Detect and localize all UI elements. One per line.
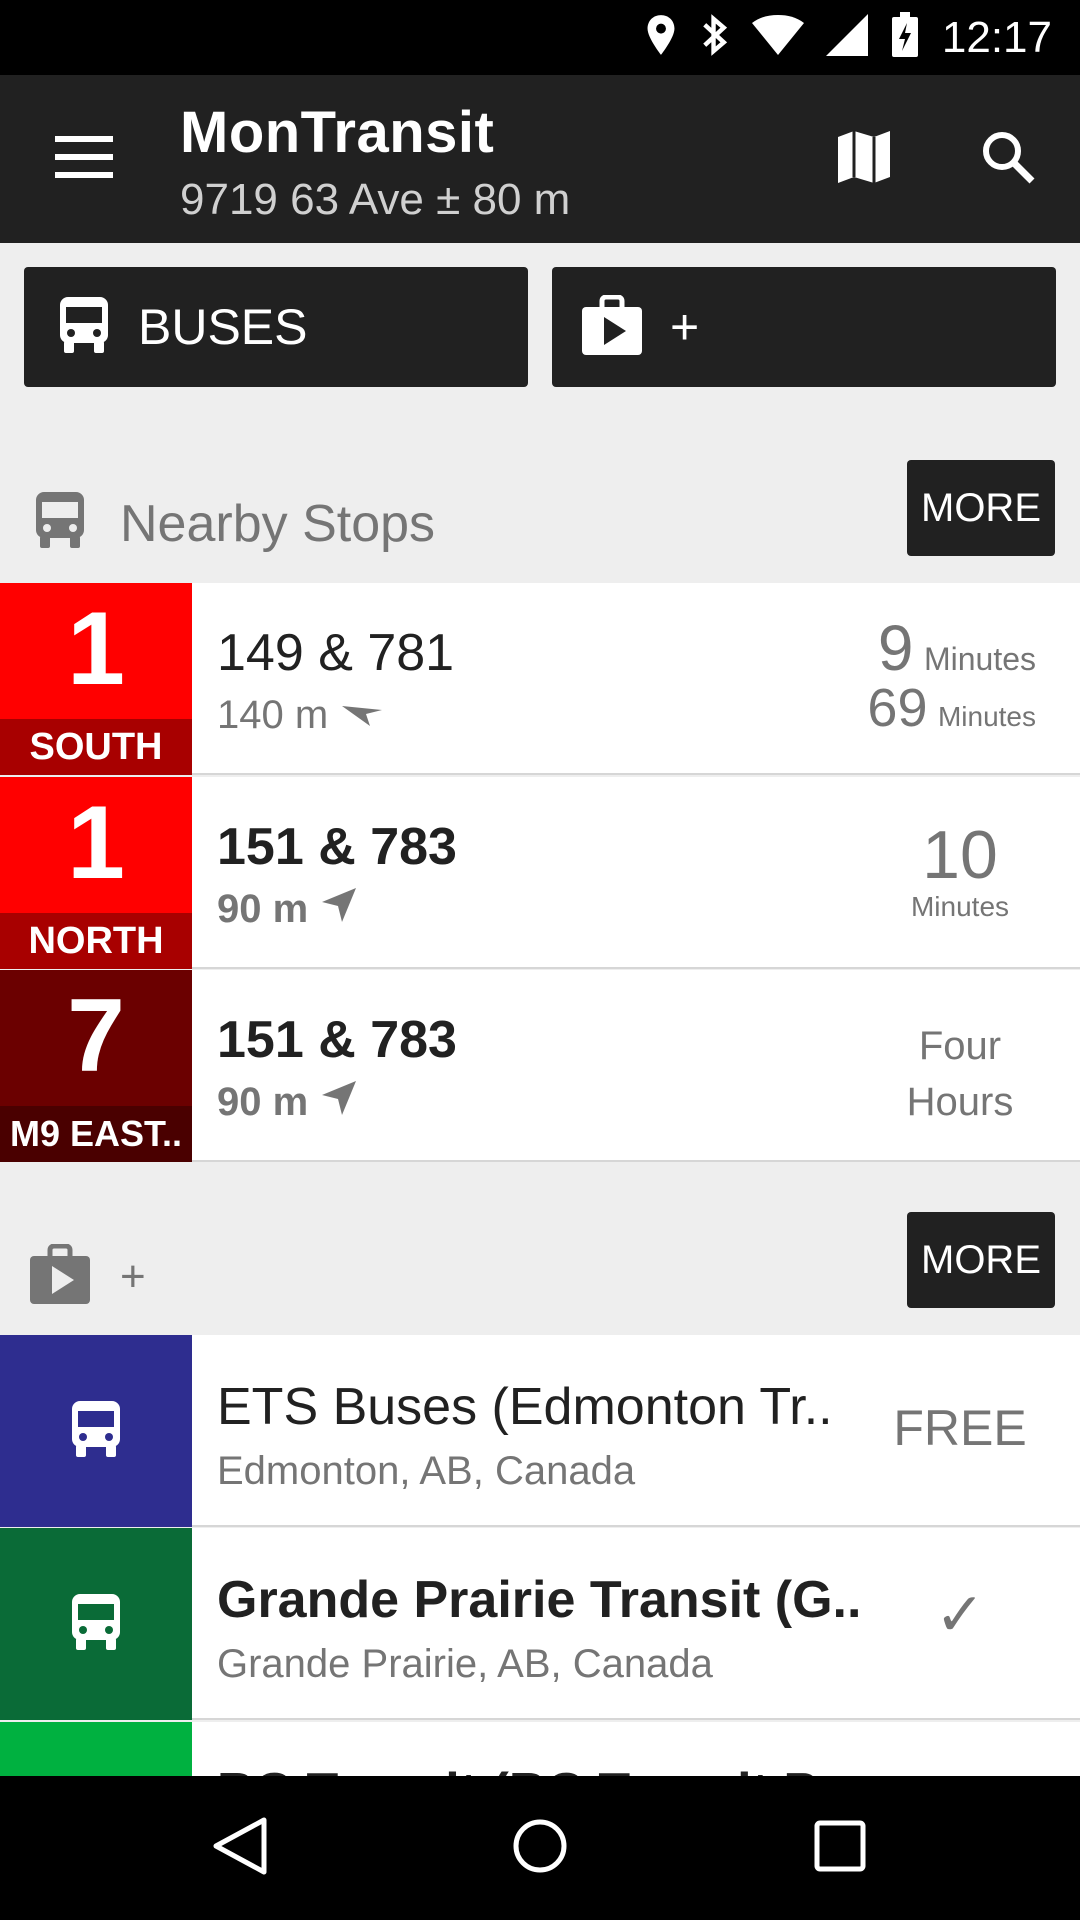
stop-name: 151 & 783: [217, 818, 457, 876]
arrival-times: 9 Minutes 69 Minutes: [867, 611, 1036, 743]
arrival-value: 9: [877, 612, 914, 684]
menu-button[interactable]: [40, 119, 128, 199]
agency-name: ETS Buses (Edmonton Tr..: [217, 1378, 833, 1436]
recents-square-icon: [814, 1820, 866, 1877]
compass-arrow-icon: [322, 887, 357, 932]
agencies-header: + MORE: [0, 1212, 1080, 1330]
agency-color-tile: [0, 1722, 192, 1782]
stop-name: 151 & 783: [217, 1011, 457, 1069]
route-badge: 7 M9 EAST..: [0, 970, 192, 1162]
location-icon: [644, 13, 678, 62]
route-number: 1: [67, 591, 125, 707]
clock: 12:17: [941, 12, 1052, 62]
bus-icon: [34, 490, 86, 555]
add-module-button[interactable]: +: [552, 267, 1056, 387]
play-store-bag-icon: [30, 1243, 90, 1309]
arrival-times: Four Hours: [880, 1018, 1040, 1130]
route-direction: M9 EAST..: [0, 1106, 192, 1162]
agency-status: FREE: [893, 1400, 1027, 1456]
route-badge: 1 SOUTH: [0, 583, 192, 775]
menu-icon: [55, 135, 113, 183]
arrival-value: 10: [922, 817, 998, 893]
route-number: 1: [67, 785, 125, 901]
bus-icon: [70, 1399, 122, 1464]
buses-label: BUSES: [138, 299, 308, 355]
nearby-more-button[interactable]: MORE: [907, 460, 1055, 556]
list-item[interactable]: ETS Buses (Edmonton Tr.. Edmonton, AB, C…: [0, 1335, 1080, 1527]
battery-charging-icon: [890, 11, 920, 64]
route-direction: NORTH: [0, 913, 192, 969]
list-item[interactable]: 7 M9 EAST.. 151 & 783 90 m Four Hours: [0, 970, 1080, 1162]
agencies-more-button[interactable]: MORE: [907, 1212, 1055, 1308]
app-bar: MonTransit 9719 63 Ave ± 80 m: [0, 75, 1080, 243]
installed-check-icon: ✓: [934, 1581, 986, 1648]
nearby-stops-header: Nearby Stops MORE: [0, 460, 1080, 578]
bluetooth-icon: [700, 13, 730, 62]
map-icon: [836, 129, 892, 190]
nearby-stops-title: Nearby Stops: [120, 495, 436, 553]
signal-icon: [825, 14, 868, 61]
buses-button[interactable]: BUSES: [24, 267, 528, 387]
arrival-unit: Minutes: [923, 641, 1036, 677]
stop-distance: 90 m: [217, 887, 357, 932]
recents-button[interactable]: [790, 1806, 890, 1890]
arrival-unit: Minutes: [910, 891, 1010, 922]
list-item[interactable]: Grande Prairie Transit (G.. Grande Prair…: [0, 1528, 1080, 1720]
compass-arrow-icon: [342, 693, 383, 738]
stop-name: 149 & 781: [217, 624, 455, 682]
arrival-text: Four: [918, 1024, 1002, 1068]
search-button[interactable]: [964, 119, 1052, 199]
search-icon: [980, 129, 1036, 190]
list-item[interactable]: BC Transit (BC Transit P..: [0, 1722, 1080, 1782]
agencies-title: +: [120, 1252, 146, 1301]
arrival-value: 69: [867, 678, 928, 738]
home-button[interactable]: [490, 1806, 590, 1890]
map-button[interactable]: [820, 119, 908, 199]
list-item[interactable]: 1 SOUTH 149 & 781 140 m 9 Minutes 69 Min…: [0, 583, 1080, 775]
back-triangle-icon: [212, 1816, 268, 1881]
route-direction: SOUTH: [0, 719, 192, 775]
distance-value: 90 m: [217, 1080, 309, 1124]
stop-distance: 140 m: [217, 693, 383, 738]
app-title: MonTransit: [180, 100, 495, 165]
wifi-icon: [751, 15, 804, 60]
stop-distance: 90 m: [217, 1080, 357, 1125]
arrival-times: 10 Minutes: [880, 819, 1040, 923]
agency-color-tile: [0, 1335, 192, 1527]
play-store-bag-icon: [582, 294, 642, 360]
route-number: 7: [67, 978, 125, 1094]
agency-location: Edmonton, AB, Canada: [217, 1449, 636, 1493]
agency-color-tile: [0, 1528, 192, 1720]
arrival-text: Hours: [906, 1080, 1014, 1124]
list-item[interactable]: 1 NORTH 151 & 783 90 m 10 Minutes: [0, 777, 1080, 969]
agency-name: Grande Prairie Transit (G..: [217, 1571, 862, 1629]
location-subtitle: 9719 63 Ave ± 80 m: [180, 175, 571, 224]
bus-icon: [58, 295, 110, 360]
distance-value: 140 m: [217, 693, 329, 737]
compass-arrow-icon: [322, 1080, 357, 1125]
arrival-unit: Minutes: [937, 701, 1036, 732]
status-bar: 12:17: [0, 0, 1080, 75]
agency-location: Grande Prairie, AB, Canada: [217, 1642, 713, 1686]
home-circle-icon: [512, 1818, 568, 1879]
navigation-bar: [0, 1776, 1080, 1920]
add-module-label: +: [670, 299, 700, 355]
back-button[interactable]: [190, 1806, 290, 1890]
route-badge: 1 NORTH: [0, 777, 192, 969]
distance-value: 90 m: [217, 887, 309, 931]
bus-icon: [70, 1592, 122, 1657]
